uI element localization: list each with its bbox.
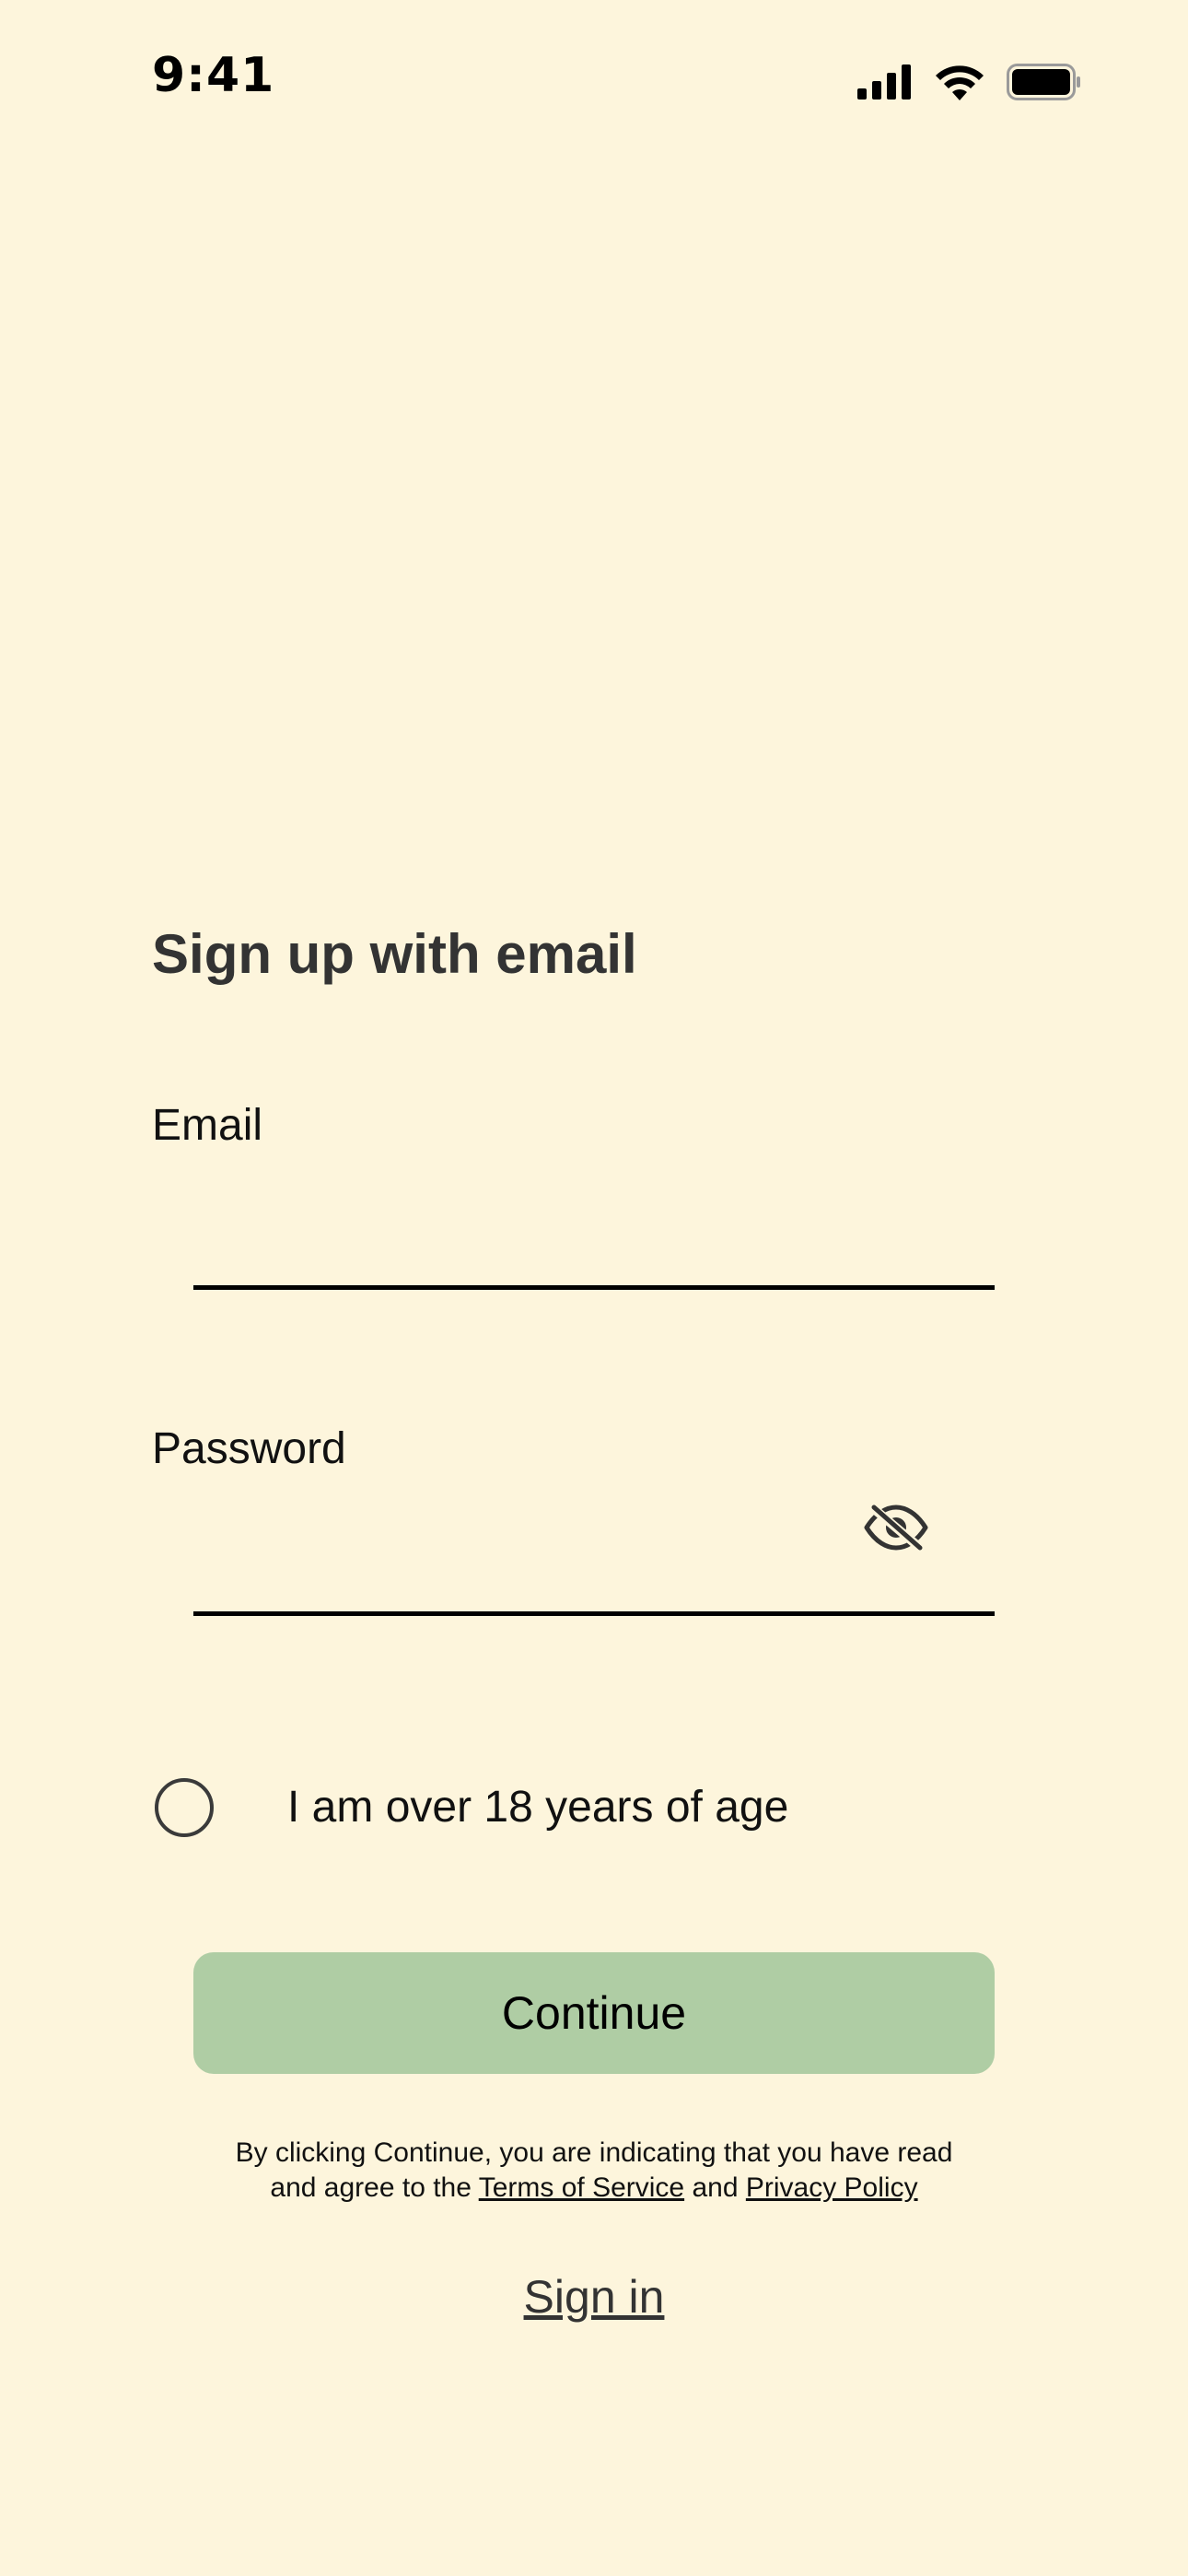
terms-conjunction: and <box>692 2172 739 2203</box>
page-title: Sign up with email <box>152 923 637 985</box>
battery-icon <box>1007 64 1082 100</box>
status-time: 9:41 <box>152 48 275 103</box>
password-label: Password <box>152 1424 346 1473</box>
cellular-signal-icon <box>857 64 913 100</box>
terms-notice: By clicking Continue, you are indicating… <box>193 2136 995 2206</box>
status-icons <box>857 61 1082 103</box>
wifi-icon <box>935 64 984 100</box>
sign-in-link[interactable]: Sign in <box>524 2271 665 2323</box>
terms-text-line1: By clicking Continue, you are indicating… <box>235 2137 953 2168</box>
eye-off-icon[interactable] <box>861 1500 931 1555</box>
privacy-policy-link[interactable]: Privacy Policy <box>746 2172 918 2203</box>
continue-button[interactable]: Continue <box>193 1952 995 2074</box>
age-checkbox-label: I am over 18 years of age <box>287 1783 789 1832</box>
terms-text-line2: and agree to the <box>270 2172 472 2203</box>
email-field[interactable] <box>193 1188 995 1290</box>
terms-of-service-link[interactable]: Terms of Service <box>479 2172 684 2203</box>
age-checkbox[interactable] <box>155 1778 214 1837</box>
signin-container: Sign in <box>0 2268 1188 2325</box>
email-label: Email <box>152 1101 263 1150</box>
